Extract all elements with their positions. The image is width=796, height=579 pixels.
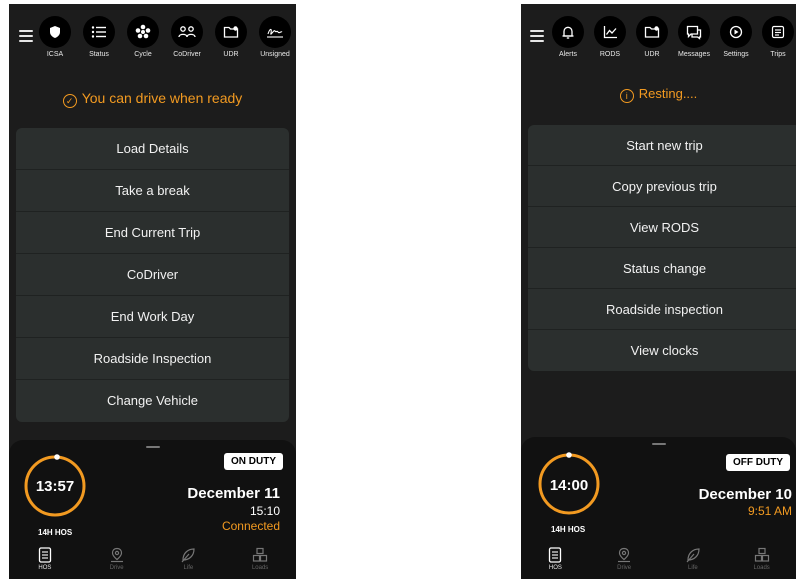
list-icon [83, 16, 115, 48]
action-menu: Load Details Take a break End Current Tr… [16, 128, 289, 422]
check-circle-icon: ✓ [62, 94, 77, 108]
hos-label: 14H HOS [551, 525, 586, 534]
document-icon [549, 547, 562, 563]
boxes-icon [253, 547, 268, 562]
date-label: December 11 [187, 485, 280, 502]
status-message: ✓ You can drive when ready [9, 90, 296, 108]
right-screen: Alerts RODS UDR Messages Settings Trips … [521, 4, 796, 579]
time-label: 15:10 [249, 504, 280, 518]
hos-label: 14H HOS [38, 528, 73, 537]
connection-status: Connected [221, 519, 280, 533]
cycle-icon [127, 16, 159, 48]
left-screen: ICSA Status Cycle CoDriver UDR Unsigned … [9, 4, 296, 579]
time-label: 9:51 AM [747, 504, 792, 518]
message-icon [678, 16, 710, 48]
nav-messages-button[interactable]: Messages [673, 16, 715, 58]
codriver-icon [171, 16, 203, 48]
menu-item-end-current-trip[interactable]: End Current Trip [16, 212, 289, 254]
bottom-nav: HOS Drive Life Loads [521, 539, 796, 579]
duty-status-badge[interactable]: ON DUTY [224, 453, 283, 470]
menu-item-view-rods[interactable]: View RODS [528, 207, 796, 248]
nav-trips-button[interactable]: Trips [757, 16, 796, 58]
top-nav: Alerts RODS UDR Messages Settings Trips [547, 16, 796, 58]
nav-settings-button[interactable]: Settings [715, 16, 757, 58]
nav-cycle-button[interactable]: Cycle [121, 16, 165, 58]
menu-item-take-a-break[interactable]: Take a break [16, 170, 289, 212]
nav-fmcsa-button[interactable]: ICSA [33, 16, 77, 58]
leaf-icon [686, 548, 700, 563]
bottom-tab-loads[interactable]: Loads [727, 539, 796, 579]
bottom-tab-drive[interactable]: Drive [590, 539, 659, 579]
menu-item-roadside-inspection[interactable]: Roadside inspection [528, 289, 796, 330]
hos-card[interactable]: 14:00 14H HOS OFF DUTY December 10 9:51 … [521, 437, 796, 539]
nav-rods-button[interactable]: RODS [589, 16, 631, 58]
map-pin-icon [618, 547, 631, 563]
info-icon: i [619, 89, 634, 103]
map-pin-icon [110, 547, 123, 563]
nav-unsigned-button[interactable]: Unsigned [253, 16, 296, 58]
nav-codriver-button[interactable]: CoDriver [165, 16, 209, 58]
menu-item-load-details[interactable]: Load Details [16, 128, 289, 170]
bottom-tab-loads[interactable]: Loads [224, 539, 296, 579]
document-icon [38, 547, 52, 563]
boxes-icon [754, 547, 769, 562]
bell-icon [552, 16, 584, 48]
unsigned-icon [259, 16, 291, 48]
bottom-tab-hos[interactable]: HOS [9, 539, 81, 579]
chart-icon [594, 16, 626, 48]
menu-item-codriver[interactable]: CoDriver [16, 254, 289, 296]
bottom-nav: HOS Drive Life Loads [9, 539, 296, 579]
menu-item-change-vehicle[interactable]: Change Vehicle [16, 380, 289, 422]
menu-item-copy-previous-trip[interactable]: Copy previous trip [528, 166, 796, 207]
udr-icon [636, 16, 668, 48]
nav-udr-button[interactable]: UDR [631, 16, 673, 58]
hos-clock-time: 14:00 [549, 477, 589, 494]
bottom-tab-hos[interactable]: HOS [521, 539, 590, 579]
bottom-tab-life[interactable]: Life [659, 539, 728, 579]
trips-icon [762, 16, 794, 48]
leaf-icon [181, 548, 195, 563]
menu-item-start-new-trip[interactable]: Start new trip [528, 125, 796, 166]
settings-icon [720, 16, 752, 48]
menu-item-status-change[interactable]: Status change [528, 248, 796, 289]
drag-handle[interactable] [146, 446, 160, 448]
hos-clock-time: 13:57 [35, 478, 75, 495]
bottom-tab-life[interactable]: Life [153, 539, 225, 579]
menu-item-roadside-inspection[interactable]: Roadside Inspection [16, 338, 289, 380]
date-label: December 10 [698, 486, 792, 503]
status-message: i Resting.... [521, 86, 796, 103]
hos-card[interactable]: 13:57 14H HOS ON DUTY December 11 15:10 … [9, 440, 296, 539]
duty-status-badge[interactable]: OFF DUTY [726, 454, 790, 471]
hamburger-menu-icon[interactable] [19, 30, 33, 42]
menu-item-end-work-day[interactable]: End Work Day [16, 296, 289, 338]
nav-udr-button[interactable]: UDR [209, 16, 253, 58]
drag-handle[interactable] [652, 443, 666, 445]
shield-icon [39, 16, 71, 48]
nav-status-button[interactable]: Status [77, 16, 121, 58]
udr-icon [215, 16, 247, 48]
top-nav: ICSA Status Cycle CoDriver UDR Unsigned [33, 16, 296, 58]
hamburger-menu-icon[interactable] [530, 30, 544, 42]
menu-item-view-clocks[interactable]: View clocks [528, 330, 796, 371]
bottom-tab-drive[interactable]: Drive [81, 539, 153, 579]
action-menu: Start new trip Copy previous trip View R… [528, 125, 796, 371]
nav-alerts-button[interactable]: Alerts [547, 16, 589, 58]
